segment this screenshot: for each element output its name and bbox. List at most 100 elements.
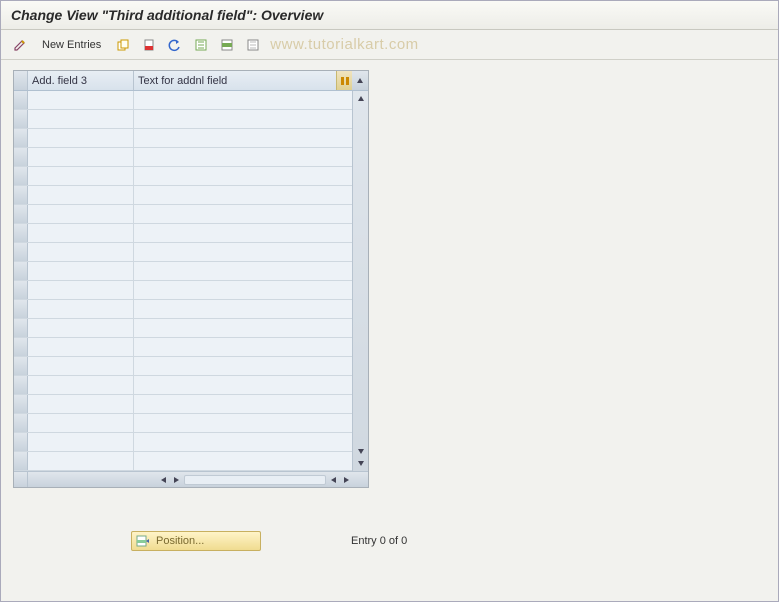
cell-text-addnl[interactable]	[134, 433, 352, 451]
cell-add-field-3[interactable]	[28, 319, 134, 337]
cell-text-addnl[interactable]	[134, 205, 352, 223]
header-select-column[interactable]	[14, 71, 28, 90]
cell-add-field-3[interactable]	[28, 129, 134, 147]
deselect-all-icon[interactable]	[242, 35, 264, 55]
grid-rows	[14, 91, 352, 471]
scroll-down-bottom-icon[interactable]	[355, 457, 367, 469]
cell-text-addnl[interactable]	[134, 129, 352, 147]
cell-add-field-3[interactable]	[28, 300, 134, 318]
cell-add-field-3[interactable]	[28, 243, 134, 261]
copy-icon[interactable]	[112, 35, 134, 55]
select-all-icon[interactable]	[190, 35, 212, 55]
cell-add-field-3[interactable]	[28, 148, 134, 166]
cell-text-addnl[interactable]	[134, 414, 352, 432]
column-header-text-addnl[interactable]: Text for addnl field	[134, 71, 336, 90]
row-selector[interactable]	[14, 433, 28, 451]
configure-columns-icon[interactable]	[336, 71, 352, 90]
row-selector[interactable]	[14, 110, 28, 128]
cell-add-field-3[interactable]	[28, 224, 134, 242]
grid-body	[14, 91, 368, 471]
cell-add-field-3[interactable]	[28, 357, 134, 375]
cell-add-field-3[interactable]	[28, 186, 134, 204]
row-selector[interactable]	[14, 319, 28, 337]
cell-text-addnl[interactable]	[134, 186, 352, 204]
row-selector[interactable]	[14, 186, 28, 204]
row-selector[interactable]	[14, 243, 28, 261]
table-row	[14, 452, 352, 471]
row-selector[interactable]	[14, 281, 28, 299]
table-row	[14, 414, 352, 433]
row-selector[interactable]	[14, 205, 28, 223]
cell-add-field-3[interactable]	[28, 414, 134, 432]
undo-icon[interactable]	[164, 35, 186, 55]
scroll-right-end-icon[interactable]	[340, 474, 352, 486]
row-selector[interactable]	[14, 167, 28, 185]
table-row	[14, 148, 352, 167]
cell-text-addnl[interactable]	[134, 148, 352, 166]
cell-text-addnl[interactable]	[134, 224, 352, 242]
row-selector[interactable]	[14, 357, 28, 375]
cell-text-addnl[interactable]	[134, 452, 352, 470]
cell-text-addnl[interactable]	[134, 167, 352, 185]
row-selector[interactable]	[14, 452, 28, 470]
cell-add-field-3[interactable]	[28, 167, 134, 185]
table-row	[14, 376, 352, 395]
cell-text-addnl[interactable]	[134, 319, 352, 337]
cell-text-addnl[interactable]	[134, 338, 352, 356]
delete-icon[interactable]	[138, 35, 160, 55]
row-selector[interactable]	[14, 300, 28, 318]
scroll-up-icon[interactable]	[355, 93, 367, 105]
cell-text-addnl[interactable]	[134, 110, 352, 128]
cell-text-addnl[interactable]	[134, 243, 352, 261]
watermark-text: www.tutorialkart.com	[270, 36, 418, 53]
table-row	[14, 91, 352, 110]
table-row	[14, 357, 352, 376]
table-row	[14, 433, 352, 452]
select-block-icon[interactable]	[216, 35, 238, 55]
cell-text-addnl[interactable]	[134, 357, 352, 375]
cell-add-field-3[interactable]	[28, 433, 134, 451]
horizontal-scrollbar[interactable]	[14, 471, 368, 487]
new-entries-button[interactable]: New Entries	[35, 35, 108, 55]
table-row	[14, 224, 352, 243]
cell-add-field-3[interactable]	[28, 376, 134, 394]
cell-text-addnl[interactable]	[134, 376, 352, 394]
row-selector[interactable]	[14, 129, 28, 147]
scroll-left-icon[interactable]	[170, 474, 182, 486]
row-selector[interactable]	[14, 91, 28, 109]
cell-add-field-3[interactable]	[28, 452, 134, 470]
cell-add-field-3[interactable]	[28, 281, 134, 299]
hscroll-track[interactable]	[184, 475, 326, 485]
cell-add-field-3[interactable]	[28, 110, 134, 128]
cell-add-field-3[interactable]	[28, 395, 134, 413]
row-selector[interactable]	[14, 414, 28, 432]
cell-text-addnl[interactable]	[134, 91, 352, 109]
cell-add-field-3[interactable]	[28, 262, 134, 280]
row-selector[interactable]	[14, 395, 28, 413]
position-button[interactable]: Position...	[131, 531, 261, 551]
table-row	[14, 319, 352, 338]
toggle-edit-icon[interactable]	[9, 35, 31, 55]
toolbar: New Entries www.tutorialkart.com	[1, 30, 778, 60]
scroll-up-top-icon[interactable]	[352, 71, 368, 90]
cell-add-field-3[interactable]	[28, 205, 134, 223]
data-grid: Add. field 3 Text for addnl field	[13, 70, 369, 488]
row-selector[interactable]	[14, 148, 28, 166]
table-row	[14, 281, 352, 300]
scroll-right-icon[interactable]	[328, 474, 340, 486]
row-selector[interactable]	[14, 376, 28, 394]
vertical-scrollbar[interactable]	[352, 91, 368, 471]
scroll-left-start-icon[interactable]	[158, 474, 170, 486]
cell-text-addnl[interactable]	[134, 395, 352, 413]
cell-add-field-3[interactable]	[28, 338, 134, 356]
position-icon	[136, 534, 150, 548]
row-selector[interactable]	[14, 224, 28, 242]
cell-text-addnl[interactable]	[134, 262, 352, 280]
cell-add-field-3[interactable]	[28, 91, 134, 109]
row-selector[interactable]	[14, 338, 28, 356]
cell-text-addnl[interactable]	[134, 281, 352, 299]
row-selector[interactable]	[14, 262, 28, 280]
column-header-add-field-3[interactable]: Add. field 3	[28, 71, 134, 90]
scroll-down-icon[interactable]	[355, 445, 367, 457]
cell-text-addnl[interactable]	[134, 300, 352, 318]
